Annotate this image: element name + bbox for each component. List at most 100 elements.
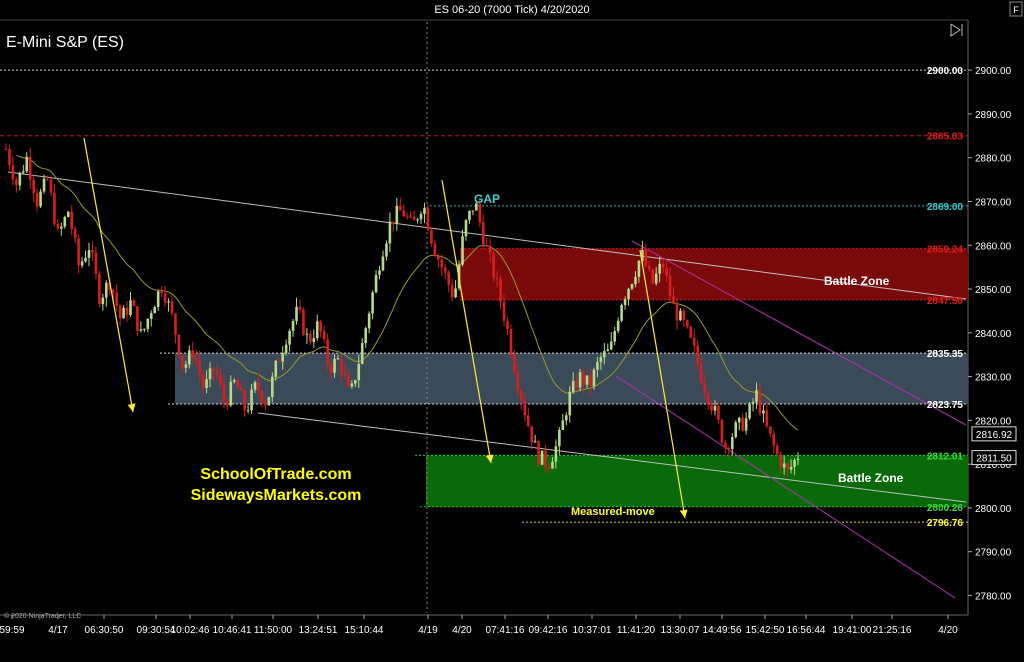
x-tick-label: 4/19: [418, 625, 438, 636]
candle-body: [661, 263, 665, 268]
candle-body: [558, 430, 561, 447]
candle-body: [786, 463, 789, 470]
candle-body: [143, 328, 146, 330]
candle-body: [73, 229, 77, 239]
candle-body: [160, 291, 163, 293]
candle-body: [91, 250, 94, 253]
scroll-end-icon[interactable]: [950, 23, 963, 37]
candle-body: [291, 321, 295, 331]
candle-body: [713, 405, 717, 411]
x-tick-label: 15:10:44: [345, 625, 384, 636]
candle-body: [302, 309, 305, 335]
candle-body: [70, 211, 74, 230]
candle-body: [8, 149, 11, 166]
candle-body: [793, 460, 796, 467]
candle-body: [198, 360, 201, 375]
x-tick-label: 4/17: [48, 625, 68, 636]
copyright: © 2020 NinjaTrader, LLC: [4, 612, 81, 620]
candle-body: [181, 355, 184, 368]
candle-body: [191, 350, 195, 359]
candle-body: [485, 244, 489, 247]
candle-body: [405, 216, 409, 218]
x-tick-label: 4/20: [938, 625, 958, 636]
x-tick-label: 19:41:00: [833, 625, 872, 636]
candle-body: [104, 282, 108, 298]
x-tick-label: 4/20: [452, 625, 472, 636]
candle-body: [350, 383, 354, 387]
x-tick-label: 10:37:01: [573, 625, 612, 636]
candle-body: [232, 379, 236, 382]
candle-body: [710, 403, 713, 411]
level-label: 2900.00: [927, 66, 964, 77]
arrow-line: [83, 137, 134, 413]
candle-body: [87, 250, 91, 258]
level-labels: 2900.00 2885.03 2869.00 2859.24 2847.50 2835.…: [927, 66, 1017, 529]
candle-body: [222, 383, 226, 401]
x-tick-label: 09:42:16: [529, 625, 568, 636]
level-label: 2823.75: [927, 400, 964, 411]
x-tick-label: 10:46:41: [213, 625, 252, 636]
y-tick-label: 2850.00: [975, 285, 1012, 296]
candle-body: [246, 410, 250, 412]
candle-body: [163, 292, 167, 303]
x-tick-label: 59:59: [0, 625, 25, 636]
price-axis: 2780.002790.002800.002810.002820.002830.…: [968, 66, 1012, 602]
candle-body: [298, 306, 302, 310]
candle-body: [765, 410, 769, 427]
candle-body: [80, 261, 84, 266]
candle-body: [769, 426, 772, 434]
candle-body: [315, 321, 319, 339]
candle-body: [125, 307, 129, 315]
candle-body: [250, 389, 253, 411]
candle-body: [499, 278, 502, 302]
x-tick-label: 11:50:00: [254, 625, 293, 636]
candle-body: [616, 320, 620, 332]
candle-body: [329, 364, 333, 373]
candle-body: [647, 266, 651, 270]
candle-body: [471, 210, 475, 212]
candle-body: [523, 400, 527, 416]
candle-body: [596, 362, 599, 370]
candle-body: [309, 333, 312, 342]
candle-body: [686, 320, 689, 327]
candle-body: [167, 301, 170, 303]
chart-canvas: ES 06-20 (7000 Tick) 4/20/2020 F E-Mini …: [0, 1, 1023, 636]
y-tick-label: 2790.00: [975, 548, 1012, 559]
candle-body: [430, 230, 433, 244]
battle-zone-label-lower: Battle Zone: [838, 471, 904, 485]
candle-body: [412, 216, 416, 221]
y-tick-label: 2880.00: [975, 154, 1012, 165]
x-tick-label: 13:30:07: [661, 625, 700, 636]
candle-body: [509, 328, 513, 356]
candle-body: [215, 370, 219, 376]
candle-body: [506, 320, 509, 329]
measured-move-annotation: Measured-move: [571, 506, 655, 518]
candle-body: [360, 343, 364, 364]
candle-body: [284, 344, 288, 354]
red-zone: [460, 248, 968, 300]
y-tick-label: 2830.00: [975, 373, 1012, 384]
candle-body: [737, 417, 741, 423]
candle-body: [644, 250, 648, 267]
candle-body: [526, 415, 530, 427]
candle-body: [603, 351, 606, 358]
f-button[interactable]: F: [1009, 1, 1023, 17]
candle-body: [461, 236, 464, 265]
candle-body: [464, 220, 468, 237]
last-price-label: 2811.50: [976, 454, 1012, 465]
candle-body: [56, 223, 60, 229]
candle-body: [537, 441, 540, 465]
y-tick-label: 2780.00: [975, 591, 1012, 602]
candle-body: [554, 446, 558, 462]
candle-body: [516, 372, 520, 391]
level-label: 2885.03: [927, 132, 964, 143]
y-tick-label: 2820.00: [975, 416, 1012, 427]
level-label: 2835.35: [927, 349, 964, 360]
candle-body: [364, 328, 367, 344]
candle-body: [675, 303, 679, 321]
candle-body: [544, 450, 547, 467]
candle-body: [264, 402, 267, 406]
candle-body: [277, 360, 281, 362]
time-axis: 59:59 4/17 06:30:50 09:30:5410:02:46 10:46:4…: [0, 615, 958, 636]
candle-body: [385, 243, 388, 257]
